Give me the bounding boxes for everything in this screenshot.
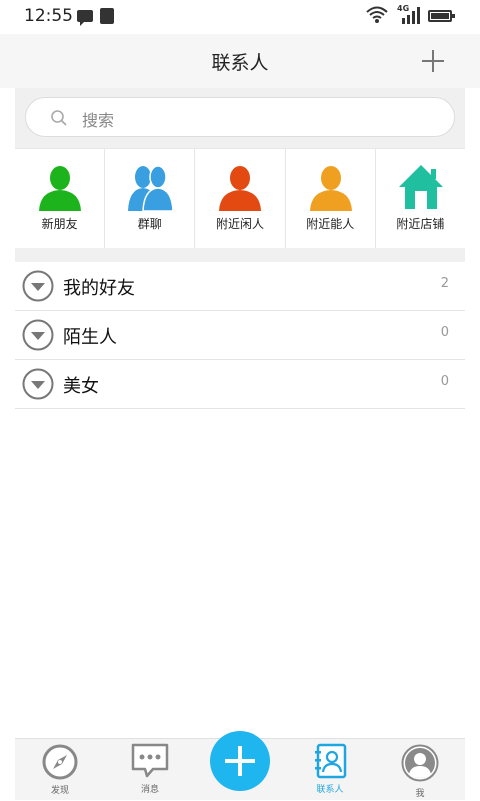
page-title: 联系人 [211,52,269,74]
group-name: 我的好友 [63,278,135,299]
shortcut-label: 附近店铺 [396,217,445,231]
group-row-beauties[interactable]: 美女 0 [15,360,465,409]
chevron-down-icon [22,270,54,302]
tab-me[interactable]: 我 [385,739,455,801]
shortcut-nearby-talent[interactable]: 附近能人 [286,149,376,249]
shortcut-group-chat[interactable]: 群聊 [105,149,196,249]
chevron-down-icon [22,368,54,400]
shortcut-nearby-shops[interactable]: 附近店铺 [376,149,465,249]
group-name: 美女 [63,376,99,397]
shortcut-label: 附近闲人 [216,217,265,231]
bottom-tab-bar: 发现 消息 联系人 我 [15,731,465,801]
search-area: 搜索 [15,88,465,148]
status-time: 12:55 [24,6,73,26]
shortcut-new-friends[interactable]: 新朋友 [15,149,106,249]
add-contact-button[interactable] [418,46,448,76]
message-notification-icon [77,10,93,26]
chevron-down-icon [22,319,54,351]
person-icon [309,166,352,211]
wifi-icon [366,6,388,23]
chat-icon [131,743,169,778]
group-count: 0 [440,374,449,389]
section-divider [15,248,465,262]
tab-messages[interactable]: 消息 [115,739,185,801]
status-bar: 12:55 4G [0,0,480,34]
shortcut-grid: 新朋友 群聊 附近闲人 附近能人 附近店铺 [15,148,465,249]
person-icon [219,166,262,211]
search-placeholder: 搜索 [82,111,115,130]
house-icon [398,165,443,209]
title-bar: 联系人 [0,34,480,88]
tab-discover[interactable]: 发现 [25,739,95,801]
group-row-strangers[interactable]: 陌生人 0 [15,311,465,360]
shortcut-label: 新朋友 [41,217,78,231]
app-notification-icon [100,8,114,24]
battery-icon [428,10,455,22]
tab-label: 消息 [140,785,159,795]
compass-icon [42,744,78,780]
add-button[interactable] [210,731,270,791]
tab-label: 联系人 [316,785,344,795]
group-name: 陌生人 [63,327,117,348]
search-input[interactable]: 搜索 [25,97,455,137]
group-count: 2 [440,276,449,291]
tab-label: 我 [415,789,425,799]
person-icon [39,166,81,211]
group-icon [128,165,174,211]
group-row-friends[interactable]: 我的好友 2 [15,262,465,311]
search-icon [51,110,67,126]
shortcut-nearby-idle[interactable]: 附近闲人 [195,149,286,249]
shortcut-label: 附近能人 [306,217,355,231]
contact-groups: 我的好友 2 陌生人 0 美女 0 [15,262,465,409]
signal-icon [402,7,420,24]
group-count: 0 [440,325,449,340]
avatar-icon [401,744,439,782]
tab-contacts[interactable]: 联系人 [295,739,365,801]
shortcut-label: 群聊 [137,217,162,231]
contacts-icon [315,743,347,779]
tab-label: 发现 [50,786,69,796]
